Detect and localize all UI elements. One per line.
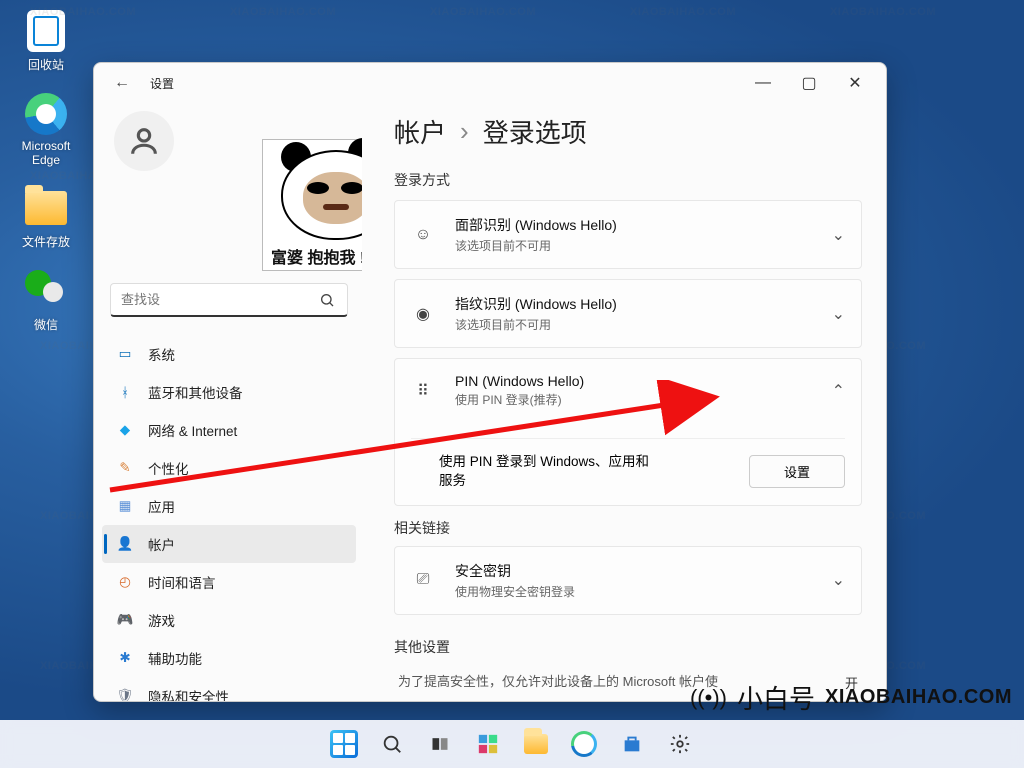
chevron-right-icon: › bbox=[460, 116, 469, 147]
taskbar-taskview[interactable] bbox=[420, 724, 460, 764]
file-storage-folder[interactable]: 文件存放 bbox=[10, 187, 82, 250]
chevron-down-icon: ⌄ bbox=[832, 225, 845, 245]
usb-key-icon: ⎚ bbox=[411, 571, 435, 589]
nav-bluetooth[interactable]: ᚼ蓝牙和其他设备 bbox=[102, 373, 356, 411]
search-input[interactable] bbox=[111, 292, 307, 307]
nav-accounts[interactable]: 👤帐户 bbox=[102, 525, 356, 563]
crumb-accounts[interactable]: 帐户 bbox=[394, 113, 446, 150]
option-security-key[interactable]: ⎚ 安全密钥 使用物理安全密钥登录 ⌄ bbox=[394, 546, 862, 615]
bluetooth-icon: ᚼ bbox=[116, 383, 134, 401]
chevron-down-icon: ⌄ bbox=[832, 570, 845, 590]
pin-setup-button[interactable]: 设置 bbox=[749, 455, 845, 488]
recycle-bin[interactable]: 回收站 bbox=[10, 10, 82, 73]
start-button[interactable] bbox=[324, 724, 364, 764]
brand-watermark: ((•)) 小白号 XIAOBAIHAO.COM bbox=[690, 679, 1012, 716]
nav-apps[interactable]: ▦应用 bbox=[102, 487, 356, 525]
accessibility-icon: ✱ bbox=[116, 649, 134, 667]
sidebar: 富婆 抱抱我 ! ▭系统 ᚼ蓝牙和其他设备 ◆网络 & Internet ✎个性… bbox=[94, 103, 362, 701]
taskbar-edge[interactable] bbox=[564, 724, 604, 764]
option-pin[interactable]: ⠿ PIN (Windows Hello) 使用 PIN 登录(推荐) ⌃ 使用… bbox=[394, 358, 862, 506]
option-fingerprint[interactable]: ◉ 指纹识别 (Windows Hello) 该选项目前不可用 ⌄ bbox=[394, 279, 862, 348]
nav-network[interactable]: ◆网络 & Internet bbox=[102, 411, 356, 449]
face-icon: ☺ bbox=[411, 226, 435, 244]
apps-icon: ▦ bbox=[116, 497, 134, 515]
settings-window: ← 设置 — ▢ ✕ 富婆 抱抱我 ! bbox=[93, 62, 887, 702]
related-links-label: 相关链接 bbox=[394, 518, 862, 538]
nav-time-language[interactable]: ◴时间和语言 bbox=[102, 563, 356, 601]
minimize-button[interactable]: — bbox=[740, 67, 786, 99]
clock-icon: ◴ bbox=[116, 573, 134, 591]
monitor-icon: ▭ bbox=[116, 345, 134, 363]
taskbar-explorer[interactable] bbox=[516, 724, 556, 764]
chevron-down-icon: ⌄ bbox=[832, 304, 845, 324]
person-icon: 👤 bbox=[116, 535, 134, 553]
person-icon bbox=[127, 124, 161, 158]
nav-personalization[interactable]: ✎个性化 bbox=[102, 449, 356, 487]
window-title: 设置 bbox=[150, 75, 174, 92]
brush-icon: ✎ bbox=[116, 459, 134, 477]
nav-system[interactable]: ▭系统 bbox=[102, 335, 356, 373]
taskbar-widgets[interactable] bbox=[468, 724, 508, 764]
maximize-button[interactable]: ▢ bbox=[786, 67, 832, 99]
taskbar bbox=[0, 720, 1024, 768]
chevron-up-icon: ⌃ bbox=[832, 381, 845, 401]
titlebar: ← 设置 — ▢ ✕ bbox=[94, 63, 886, 103]
back-button[interactable]: ← bbox=[110, 74, 134, 92]
footer-hint: 为了提高安全性，仅允许对此设备上的 Microsoft 帐户使用 Windows… bbox=[398, 673, 718, 691]
content-pane: 帐户 › 登录选项 登录方式 ☺ 面部识别 (Windows Hello) 该选… bbox=[362, 103, 886, 701]
taskbar-store[interactable] bbox=[612, 724, 652, 764]
microsoft-edge[interactable]: Microsoft Edge bbox=[10, 93, 82, 167]
desktop-icons: 回收站 Microsoft Edge 文件存放 微信 bbox=[10, 10, 82, 333]
pin-sub-row: 使用 PIN 登录到 Windows、应用和服务 设置 bbox=[411, 438, 845, 491]
nav-list: ▭系统 ᚼ蓝牙和其他设备 ◆网络 & Internet ✎个性化 ▦应用 👤帐户… bbox=[102, 329, 362, 701]
taskbar-settings[interactable] bbox=[660, 724, 700, 764]
content-scroll[interactable]: 帐户 › 登录选项 登录方式 ☺ 面部识别 (Windows Hello) 该选… bbox=[394, 113, 886, 691]
wifi-icon: ◆ bbox=[116, 421, 134, 439]
nav-gaming[interactable]: 🎮游戏 bbox=[102, 601, 356, 639]
option-face-recognition[interactable]: ☺ 面部识别 (Windows Hello) 该选项目前不可用 ⌄ bbox=[394, 200, 862, 269]
taskbar-search[interactable] bbox=[372, 724, 412, 764]
search-box[interactable] bbox=[110, 283, 348, 317]
panda-meme-image: 富婆 抱抱我 ! bbox=[262, 139, 362, 271]
gamepad-icon: 🎮 bbox=[116, 611, 134, 629]
nav-privacy[interactable]: 🛡隐私和安全性 bbox=[102, 677, 356, 701]
section-other-settings: 其他设置 bbox=[394, 637, 862, 657]
broadcast-icon: ((•)) bbox=[690, 685, 727, 711]
breadcrumb: 帐户 › 登录选项 bbox=[394, 113, 862, 150]
page-title: 登录选项 bbox=[483, 113, 587, 150]
fingerprint-icon: ◉ bbox=[411, 304, 435, 324]
search-icon[interactable] bbox=[307, 292, 347, 308]
shield-icon: 🛡 bbox=[116, 687, 134, 701]
pin-icon: ⠿ bbox=[411, 381, 435, 401]
avatar bbox=[114, 111, 174, 171]
wechat[interactable]: 微信 bbox=[10, 270, 82, 333]
close-button[interactable]: ✕ bbox=[832, 67, 878, 99]
nav-accessibility[interactable]: ✱辅助功能 bbox=[102, 639, 356, 677]
section-signin-methods: 登录方式 bbox=[394, 170, 862, 190]
